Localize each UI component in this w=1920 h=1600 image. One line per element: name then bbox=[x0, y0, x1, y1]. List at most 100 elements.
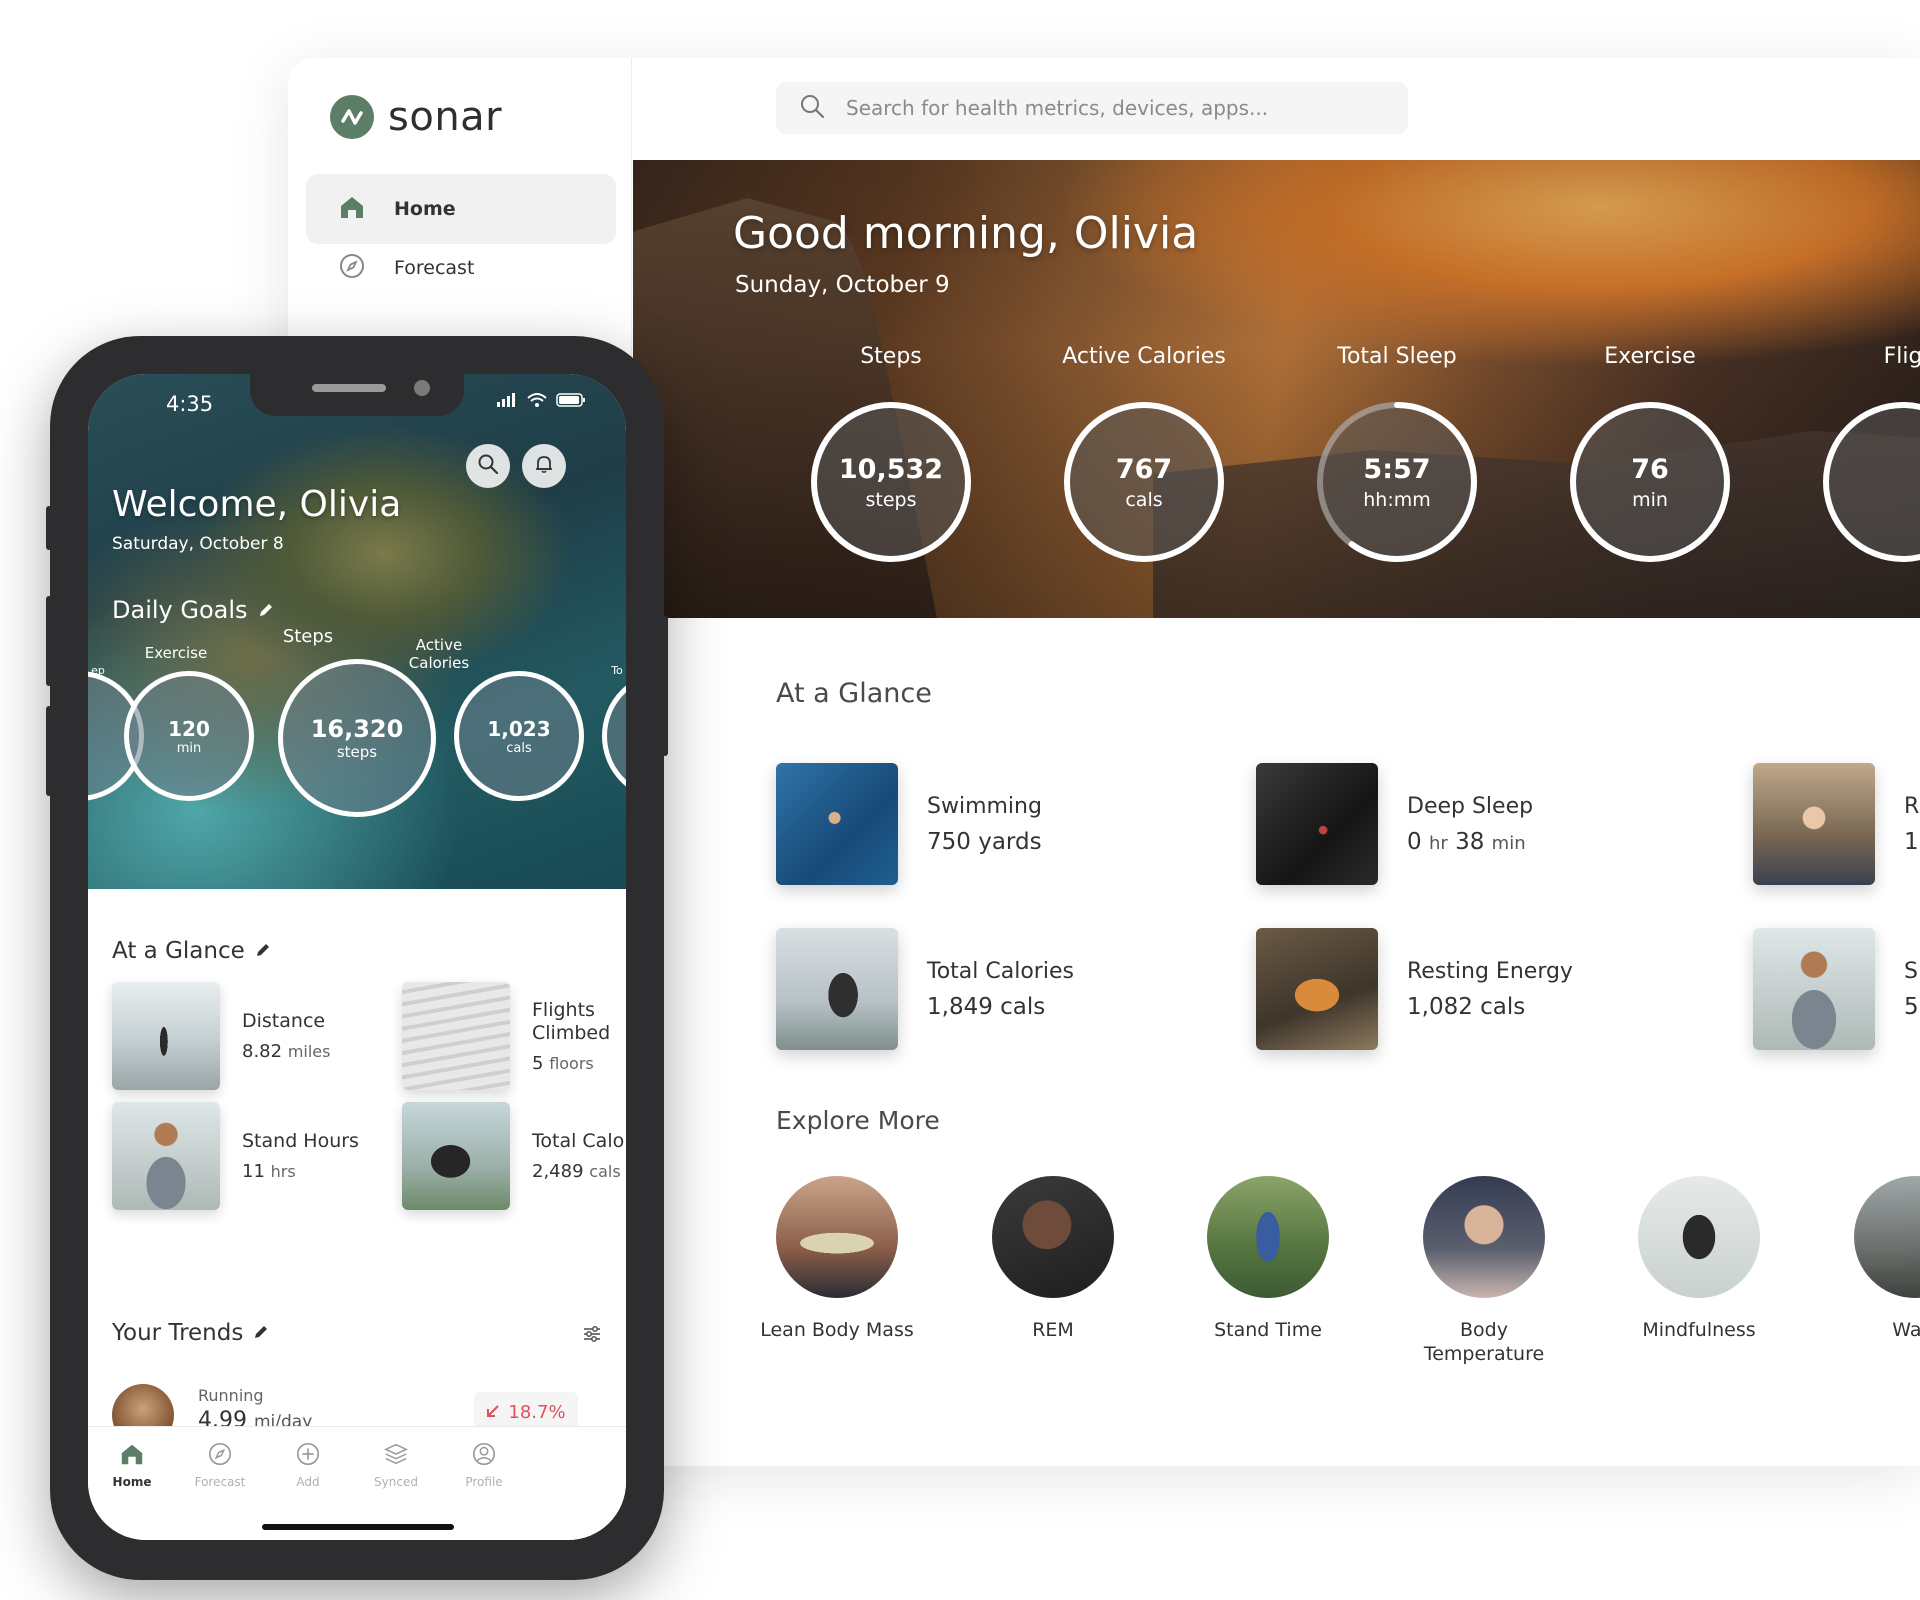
explore-mindfulness[interactable]: Mindfulness bbox=[1604, 1176, 1794, 1342]
metric-value: 76 bbox=[1631, 453, 1669, 485]
pencil-icon[interactable] bbox=[253, 1320, 269, 1346]
glance-card-partial-1[interactable]: R 11. bbox=[1753, 763, 1920, 885]
tab-profile[interactable]: Profile bbox=[444, 1441, 524, 1489]
search-bar[interactable] bbox=[776, 82, 1408, 134]
value-number: 8.82 bbox=[242, 1041, 283, 1062]
hero-banner: Good morning, Olivia Sunday, October 9 S… bbox=[633, 160, 1920, 618]
tab-label: Add bbox=[296, 1475, 320, 1489]
filter-sliders-icon[interactable] bbox=[582, 1324, 602, 1350]
tab-home[interactable]: Home bbox=[92, 1441, 172, 1489]
phone-glance-stand-hours[interactable]: Stand Hours 11 hrs bbox=[112, 1102, 359, 1210]
explore-label: Lean Body Mass bbox=[760, 1319, 914, 1341]
tab-label: Home bbox=[112, 1475, 152, 1489]
goal-label-line: Active bbox=[415, 636, 463, 654]
glance-value: 5 bbox=[1904, 993, 1919, 1020]
status-icons bbox=[496, 392, 586, 412]
metric-ring: 76 min bbox=[1570, 402, 1730, 562]
metric-total-sleep[interactable]: Total Sleep 5:57 hh:mm bbox=[1297, 344, 1497, 562]
glance-card-total-calories[interactable]: Total Calories 1,849 cals bbox=[776, 928, 1074, 1050]
metric-steps[interactable]: Steps 10,532 steps bbox=[791, 344, 991, 562]
tab-label: Synced bbox=[374, 1475, 418, 1489]
name-line: Climbed bbox=[532, 1021, 611, 1044]
explore-label-line: Temperature bbox=[1423, 1343, 1545, 1365]
goal-ring-active-calories[interactable]: 1,023 cals bbox=[454, 671, 584, 801]
phone-search-button[interactable] bbox=[466, 444, 510, 488]
body-temperature-image bbox=[1423, 1176, 1545, 1298]
phone-glance-flights[interactable]: Flights Climbed 5 floors bbox=[402, 982, 610, 1090]
notifications-button[interactable] bbox=[522, 444, 566, 488]
signal-icon bbox=[496, 392, 518, 412]
phone-notch bbox=[250, 374, 464, 416]
explore-lean-body-mass[interactable]: Lean Body Mass bbox=[742, 1176, 932, 1342]
glance-card-deep-sleep[interactable]: Deep Sleep 0 hr 38 min bbox=[1256, 763, 1533, 885]
glance-card-partial-2[interactable]: S 5 bbox=[1753, 928, 1919, 1050]
man-image bbox=[1753, 928, 1875, 1050]
tab-forecast[interactable]: Forecast bbox=[180, 1441, 260, 1489]
glance-card-resting-energy[interactable]: Resting Energy 1,082 cals bbox=[1256, 928, 1573, 1050]
trends-header[interactable]: Your Trends bbox=[112, 1320, 602, 1346]
value-number: 2,489 bbox=[532, 1161, 584, 1182]
phone-side-button bbox=[46, 506, 52, 550]
phone-glance-total-calories[interactable]: Total Calo 2,489 cals bbox=[402, 1102, 624, 1210]
sidebar-item-forecast[interactable]: Forecast bbox=[306, 233, 616, 303]
trend-name: Running bbox=[198, 1386, 264, 1405]
arrow-down-left-icon bbox=[486, 1402, 500, 1423]
metric-exercise[interactable]: Exercise 76 min bbox=[1550, 344, 1750, 562]
phone-camera bbox=[414, 380, 430, 396]
phone-glance-distance[interactable]: Distance 8.82 miles bbox=[112, 982, 330, 1090]
explore-label: Stand Time bbox=[1214, 1319, 1322, 1341]
phone-side-button bbox=[46, 596, 52, 686]
tab-add[interactable]: Add bbox=[268, 1441, 348, 1489]
goal-unit: min bbox=[176, 740, 202, 756]
metric-ring: 10,532 steps bbox=[811, 402, 971, 562]
phone-speaker bbox=[312, 384, 386, 392]
pencil-icon[interactable] bbox=[255, 938, 271, 964]
goal-ring-partial-right[interactable] bbox=[602, 671, 626, 801]
hood-image bbox=[1753, 763, 1875, 885]
value-number: 11 bbox=[242, 1161, 265, 1182]
search-input[interactable] bbox=[844, 95, 1364, 121]
rem-image bbox=[992, 1176, 1114, 1298]
value-unit: hrs bbox=[270, 1162, 296, 1181]
trends-title: Your Trends bbox=[112, 1320, 244, 1346]
sleep-image bbox=[1256, 763, 1378, 885]
daily-goals-header[interactable]: Daily Goals bbox=[112, 596, 274, 624]
explore-label-line: Body bbox=[1460, 1319, 1508, 1341]
metric-value: 10,532 bbox=[838, 453, 944, 485]
pencil-icon[interactable] bbox=[258, 596, 274, 624]
mindfulness-image bbox=[1638, 1176, 1760, 1298]
status-time: 4:35 bbox=[166, 392, 214, 416]
metric-active-calories[interactable]: Active Calories 767 cals bbox=[1044, 344, 1244, 562]
battery-icon bbox=[556, 392, 586, 412]
explore-stand-time[interactable]: Stand Time bbox=[1173, 1176, 1363, 1342]
glance-name: S bbox=[1904, 958, 1918, 984]
tab-label: Forecast bbox=[194, 1475, 246, 1489]
phone-glance-value: 5 floors bbox=[532, 1053, 610, 1074]
explore-label: Walk bbox=[1892, 1319, 1920, 1341]
phone-hero: 4:35 Welcome, Olivia Saturday, October 8… bbox=[88, 374, 626, 889]
daily-goals-title: Daily Goals bbox=[112, 596, 248, 624]
goal-label-line: Calories bbox=[408, 654, 470, 672]
tab-synced[interactable]: Synced bbox=[356, 1441, 436, 1489]
metric-label: Steps bbox=[860, 344, 922, 369]
logo[interactable]: sonar bbox=[330, 94, 502, 140]
goal-unit: cals bbox=[506, 740, 532, 756]
name-line: Flights bbox=[532, 998, 595, 1021]
glance-card-swimming[interactable]: Swimming 750 yards bbox=[776, 763, 1042, 885]
goal-ring-steps[interactable]: 16,320 steps bbox=[278, 659, 436, 817]
search-icon bbox=[477, 453, 499, 479]
metric-flights[interactable]: Flig bbox=[1803, 344, 1920, 562]
phone-glance-name: Total Calo bbox=[532, 1130, 625, 1152]
explore-rem[interactable]: REM bbox=[958, 1176, 1148, 1342]
compass-icon bbox=[207, 1442, 233, 1471]
stand-hours-image bbox=[112, 1102, 220, 1210]
value-number: 5 bbox=[532, 1052, 544, 1074]
explore-walk[interactable]: Walk bbox=[1820, 1176, 1920, 1342]
goal-ring-exercise[interactable]: 120 min bbox=[124, 671, 254, 801]
phone-glance-header[interactable]: At a Glance bbox=[112, 938, 271, 964]
glance-name: Deep Sleep bbox=[1407, 793, 1534, 819]
glance-value: 11. bbox=[1904, 828, 1920, 855]
metric-ring: 767 cals bbox=[1064, 402, 1224, 562]
lean-body-mass-image bbox=[776, 1176, 898, 1298]
explore-body-temperature[interactable]: Body Temperature bbox=[1389, 1176, 1579, 1366]
